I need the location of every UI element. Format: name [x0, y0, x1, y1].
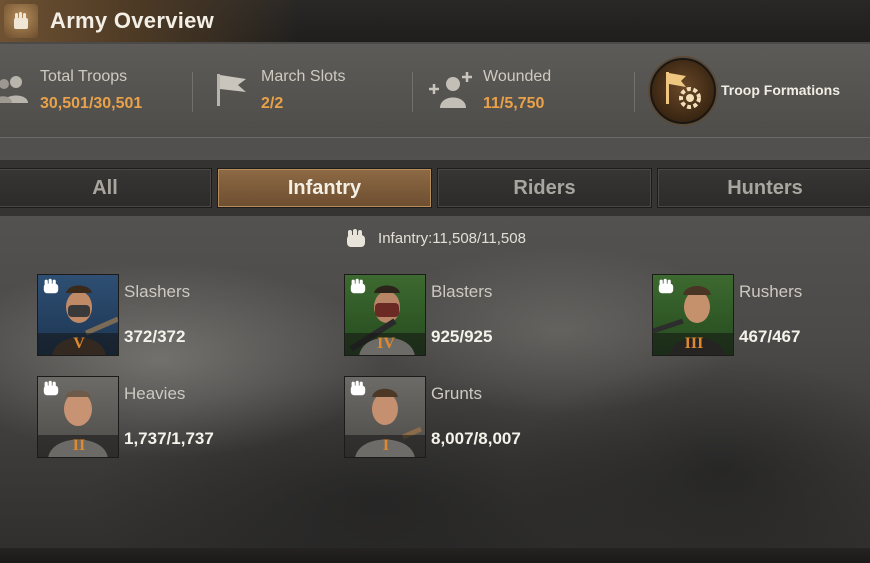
troop-count: 8,007/8,007 — [431, 429, 521, 448]
troop-count: 372/372 — [124, 327, 186, 346]
troop-formations-label: Troop Formations — [721, 82, 840, 98]
tier-badge: V — [38, 333, 118, 355]
tab-hunters[interactable]: Hunters — [657, 168, 870, 208]
infantry-total: Infantry:11,508/11,508 — [378, 229, 526, 247]
wounded-person-plus-icon — [428, 72, 474, 113]
fist-icon — [348, 380, 368, 396]
total-troops-value: 30,501/30,501 — [40, 95, 143, 112]
wounded-value: 11/5,750 — [483, 95, 545, 112]
page-title: Army Overview — [50, 8, 215, 33]
troop-portrait: II — [37, 376, 119, 458]
tab-riders[interactable]: Riders — [437, 168, 652, 208]
troop-count: 1,737/1,737 — [124, 429, 214, 448]
march-slots-label: March Slots — [261, 68, 346, 85]
troop-count: 925/925 — [431, 327, 493, 346]
troop-card-grunts[interactable]: I Grunts 8,007/8,007 — [344, 376, 644, 460]
troop-portrait: III — [652, 274, 734, 356]
troops-people-icon — [0, 74, 28, 109]
wounded-label: Wounded — [483, 68, 552, 85]
tier-badge: I — [345, 435, 425, 457]
stats-bar: Total Troops 30,501/30,501 March Slots 2… — [0, 44, 870, 138]
barracks-fist-icon — [4, 4, 38, 38]
tab-all[interactable]: All — [0, 168, 212, 208]
troop-formations-button[interactable]: Troop Formations — [650, 58, 870, 124]
flag-icon — [212, 70, 250, 113]
title-plate: Army Overview — [0, 0, 300, 42]
stat-wounded: Wounded 11/5,750 — [428, 44, 628, 138]
troop-portrait: I — [344, 376, 426, 458]
stat-divider — [634, 72, 635, 112]
troop-count: 467/467 — [739, 327, 801, 346]
fist-icon — [344, 228, 368, 248]
fist-icon — [348, 278, 368, 294]
march-slots-value: 2/2 — [261, 95, 284, 112]
tier-badge: III — [653, 333, 733, 355]
troop-name: Blasters — [431, 282, 493, 301]
troop-card-rushers[interactable]: III Rushers 467/467 — [652, 274, 870, 358]
fist-icon — [41, 278, 61, 294]
troop-card-slashers[interactable]: V Slashers 372/372 — [37, 274, 337, 358]
tier-badge: IV — [345, 333, 425, 355]
troop-name: Rushers — [739, 282, 803, 301]
troop-name: Grunts — [431, 384, 483, 403]
stat-divider — [412, 72, 413, 112]
header-bar: Army Overview — [0, 0, 870, 42]
fist-icon — [656, 278, 676, 294]
infantry-summary: Infantry:11,508/11,508 — [0, 224, 870, 252]
tier-badge: II — [38, 435, 118, 457]
troop-portrait: IV — [344, 274, 426, 356]
troop-card-blasters[interactable]: IV Blasters 925/925 — [344, 274, 644, 358]
total-troops-label: Total Troops — [40, 68, 128, 85]
troop-portrait: V — [37, 274, 119, 356]
troop-card-heavies[interactable]: II Heavies 1,737/1,737 — [37, 376, 337, 460]
formation-flag-gear-icon — [650, 58, 716, 124]
fist-icon — [41, 380, 61, 396]
tab-infantry[interactable]: Infantry — [217, 168, 432, 208]
stat-march-slots: March Slots 2/2 — [210, 44, 410, 138]
troop-name: Slashers — [124, 282, 191, 301]
troop-name: Heavies — [124, 384, 186, 403]
bottom-bar — [0, 548, 870, 563]
stat-divider — [192, 72, 193, 112]
stat-total-troops: Total Troops 30,501/30,501 — [0, 44, 190, 138]
